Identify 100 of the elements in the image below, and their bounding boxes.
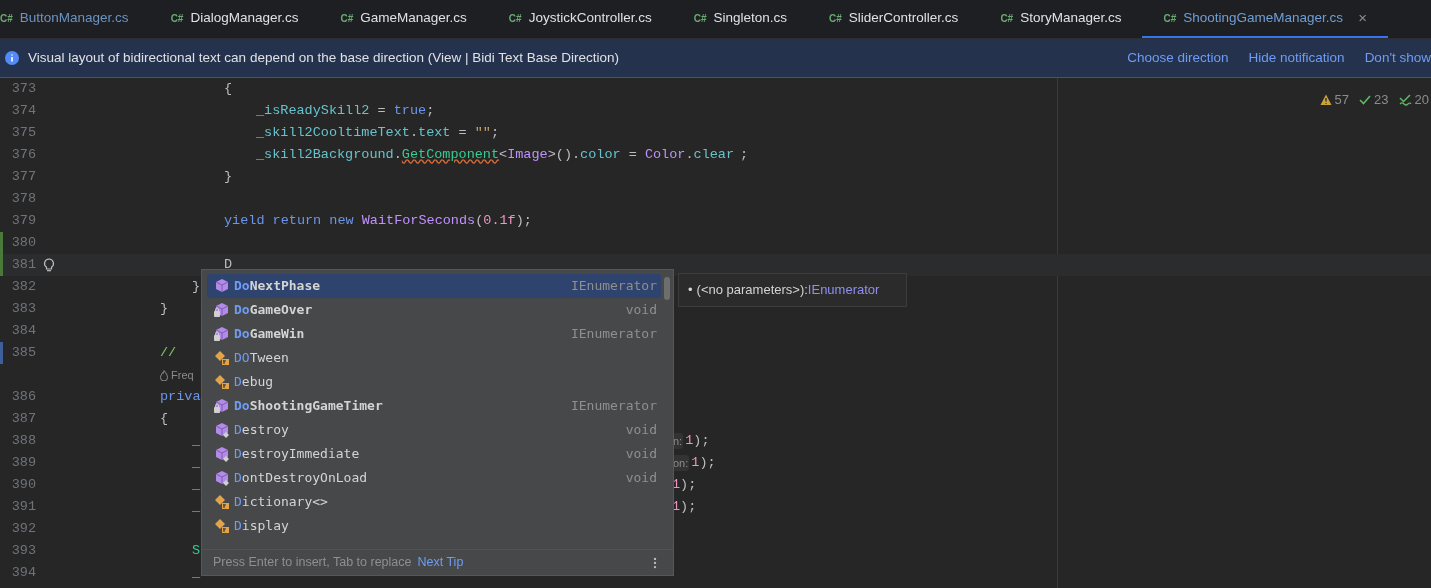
line-number: 389: [10, 453, 36, 472]
completion-item[interactable]: DestroyImmediate void: [207, 442, 661, 466]
code-text: _: [192, 475, 201, 494]
line-number: 387: [10, 409, 36, 428]
class-icon: [214, 494, 230, 510]
return-type: void: [625, 421, 657, 440]
return-type: void: [625, 445, 657, 464]
close-tab-button[interactable]: ×: [1358, 6, 1367, 30]
line-number: 376: [10, 145, 36, 164]
editor-tab[interactable]: C# ButtonManager.cs: [0, 0, 150, 38]
line-number: 377: [10, 167, 36, 186]
line-number: 381: [10, 255, 36, 274]
notification-link[interactable]: Don't show: [1364, 47, 1431, 69]
inspection-count[interactable]: 57: [1334, 90, 1350, 110]
lightbulb-icon[interactable]: [43, 258, 55, 272]
editor-tab[interactable]: C# GameManager.cs: [319, 0, 488, 38]
editor-tab[interactable]: C# DialogManager.cs: [149, 0, 320, 38]
code-text: 1);: [691, 453, 716, 472]
line-number: 378: [10, 189, 36, 208]
notification-link[interactable]: Hide notification: [1248, 47, 1345, 69]
scrollbar-thumb[interactable]: [664, 277, 670, 300]
return-type: IEnumerator: [570, 397, 657, 416]
completion-name: Debug: [234, 373, 274, 392]
parameter-signature: • (<no parameters>):IEnumerator: [688, 281, 880, 300]
line-number: 386: [10, 387, 36, 406]
code-text: //: [160, 343, 177, 362]
completion-item[interactable]: Dictionary<>: [207, 490, 661, 514]
line-number: 383: [10, 299, 36, 318]
code-text: S: [192, 541, 201, 560]
completion-name: DoNextPhase: [234, 277, 321, 296]
cube-icon: [214, 278, 230, 294]
code-text: _skill2Background.GetComponent<Image>().color = Color.clear: [256, 145, 735, 164]
code-text: priva: [160, 387, 201, 406]
return-type: void: [625, 469, 657, 488]
code-text: }: [160, 299, 169, 318]
completion-item[interactable]: Destroy void: [207, 418, 661, 442]
code-text: _: [192, 431, 201, 450]
info-icon: [5, 51, 19, 65]
locked-cube-icon: [214, 302, 230, 318]
code-text: yield return new WaitForSeconds(0.1f);: [224, 211, 532, 230]
editor-tab[interactable]: C# StoryManager.cs: [979, 0, 1143, 38]
notification-link[interactable]: Choose direction: [1127, 47, 1229, 69]
editor-tab[interactable]: C# Singleton.cs: [672, 0, 809, 38]
completion-item[interactable]: Display: [207, 514, 661, 538]
line-number: 379: [10, 211, 36, 230]
class-icon: [214, 350, 230, 366]
locked-cube-icon: [214, 326, 230, 342]
cube-diamond-icon: [214, 446, 230, 462]
line-number: 391: [10, 497, 36, 516]
inspection-count[interactable]: 23: [1374, 90, 1389, 110]
notification-message: Visual layout of bidirectional text can depend on the base direction (View | Bidi Text Base Direction): [28, 48, 620, 67]
next-tip-link[interactable]: Next Tip: [417, 553, 464, 572]
completion-hint: Press Enter to insert, Tab to replace: [213, 554, 412, 572]
completion-item[interactable]: DOTween: [207, 346, 661, 370]
line-number: 374: [10, 101, 36, 120]
usage-hint[interactable]: Freq: [171, 366, 194, 384]
completion-item[interactable]: DoGameWin IEnumerator: [207, 322, 661, 346]
check-icon: [1359, 93, 1372, 106]
completion-name: DoShootingGameTimer: [234, 397, 383, 416]
completion-item[interactable]: DoShootingGameTimer IEnumerator: [207, 394, 661, 418]
code-text: }: [224, 167, 233, 186]
line-number: 382: [10, 277, 36, 296]
code-text: _: [192, 563, 201, 582]
code-text: 1);: [685, 431, 710, 450]
locked-cube-icon: [214, 398, 230, 414]
completion-item[interactable]: DoGameOver void: [207, 298, 661, 322]
code-text: {: [224, 79, 233, 98]
completion-name: DoGameOver: [234, 301, 313, 320]
line-number: 388: [10, 431, 36, 450]
inspection-count[interactable]: 20: [1414, 90, 1429, 110]
line-number: 393: [10, 541, 36, 560]
double-check-icon: [1398, 93, 1412, 107]
completion-name: Display: [234, 517, 289, 536]
code-text: ;: [740, 145, 749, 164]
line-number: 385: [10, 343, 36, 362]
editor-tab[interactable]: C# JoystickController.cs: [487, 0, 673, 38]
completion-name: DestroyImmediate: [234, 445, 360, 464]
line-number: 384: [10, 321, 36, 340]
editor-tab[interactable]: C# SliderController.cs: [808, 0, 980, 38]
line-number: 392: [10, 519, 36, 538]
completion-name: Destroy: [234, 421, 289, 440]
completion-item[interactable]: DoNextPhase IEnumerator: [207, 274, 661, 298]
completion-name: Dictionary<>: [234, 493, 328, 512]
return-type: IEnumerator: [570, 277, 657, 296]
completion-item[interactable]: Debug: [207, 370, 661, 394]
return-type: IEnumerator: [570, 325, 657, 344]
completion-name: DOTween: [234, 349, 289, 368]
cube-diamond-icon: [214, 470, 230, 486]
warning-icon: [1319, 93, 1332, 106]
code-text: _: [192, 497, 201, 516]
line-number: 373: [10, 79, 36, 98]
code-text: _isReadySkill2 = true;: [256, 101, 435, 120]
completion-name: DontDestroyOnLoad: [234, 469, 368, 488]
return-type: void: [625, 301, 657, 320]
completion-item[interactable]: DontDestroyOnLoad void: [207, 466, 661, 490]
cube-diamond-icon: [214, 422, 230, 438]
code-text: }: [192, 277, 201, 296]
line-number: 380: [10, 233, 36, 252]
class-icon: [214, 374, 230, 390]
code-text: _: [192, 453, 201, 472]
